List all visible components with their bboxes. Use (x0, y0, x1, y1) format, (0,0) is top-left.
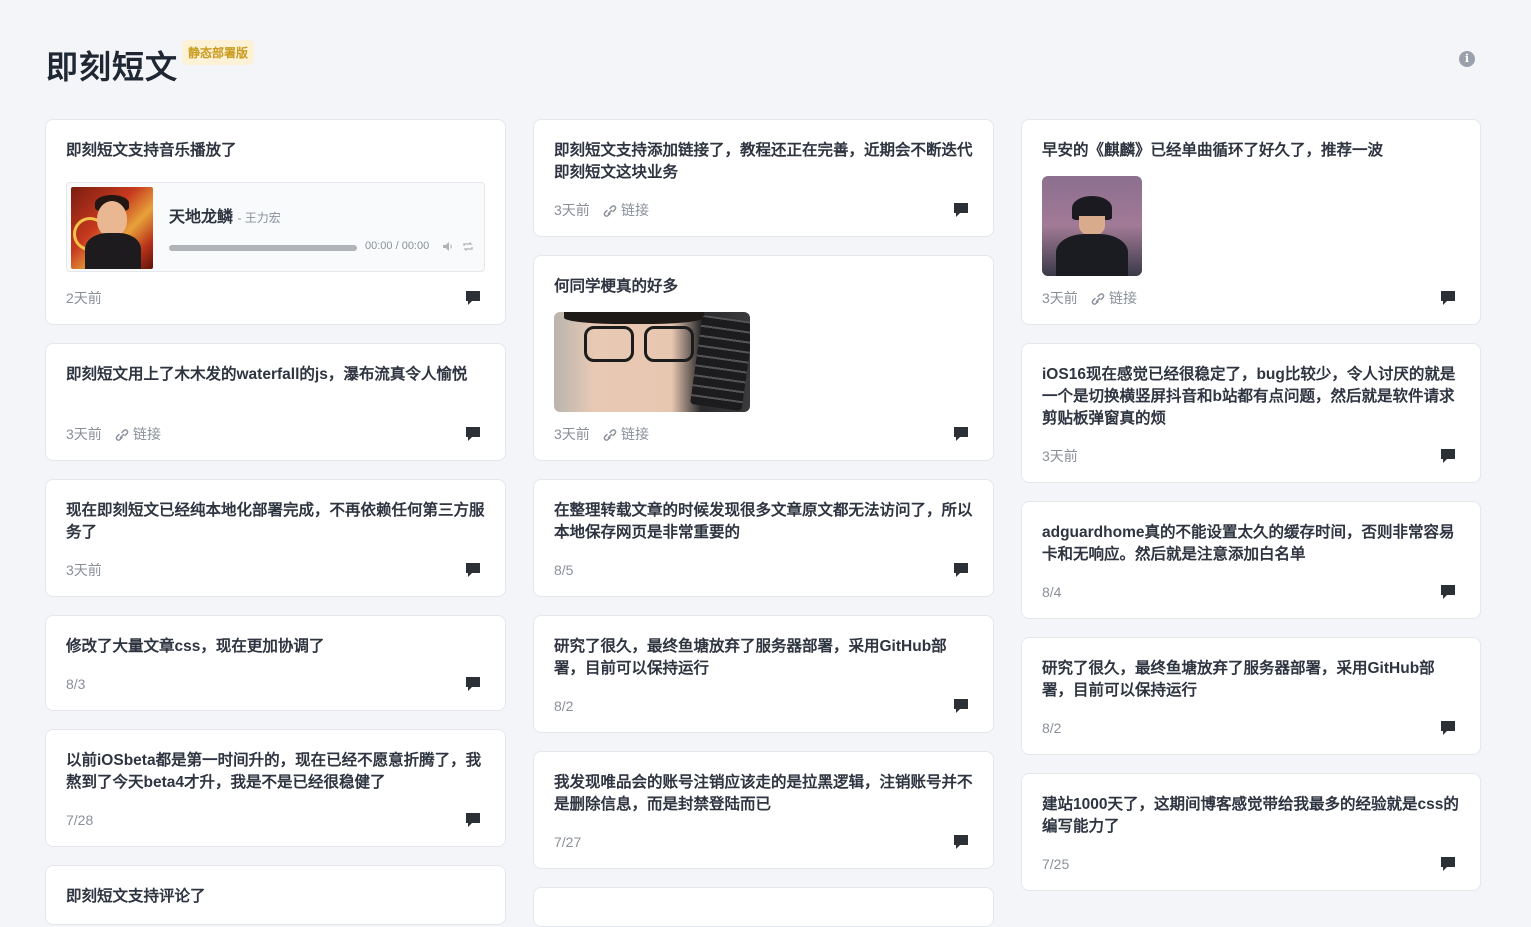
comment-icon[interactable] (465, 426, 481, 442)
post-link[interactable]: 链接 (1090, 288, 1137, 308)
post-footer: 8/5 (554, 560, 969, 580)
post-date: 8/4 (1042, 584, 1062, 600)
comment-icon[interactable] (1440, 290, 1456, 306)
post-footer: 2天前 (66, 288, 481, 308)
post-card[interactable] (533, 887, 994, 927)
music-player[interactable]: 天地龙鳞 - 王力宏 00:00 / 00:00 (66, 182, 485, 272)
post-card[interactable]: 研究了很久，最终鱼塘放弃了服务器部署，采用GitHub部署，目前可以保持运行 8… (533, 615, 994, 733)
comment-icon[interactable] (1440, 584, 1456, 600)
post-card[interactable]: 建站1000天了，这期间博客感觉带给我最多的经验就是css的编写能力了 7/25 (1021, 773, 1481, 891)
comment-icon[interactable] (465, 562, 481, 578)
post-date: 7/25 (1042, 856, 1070, 872)
comment-icon[interactable] (953, 202, 969, 218)
post-text: 研究了很久，最终鱼塘放弃了服务器部署，采用GitHub部署，目前可以保持运行 (1042, 660, 1435, 699)
post-card[interactable]: 我发现唯品会的账号注销应该走的是拉黑逻辑，注销账号并不是删除信息，而是封禁登陆而… (533, 751, 994, 869)
post-card[interactable]: 在整理转载文章的时候发现很多文章原文都无法访问了，所以本地保存网页是非常重要的 … (533, 479, 994, 597)
album-cover (71, 187, 153, 269)
song-title: 天地龙鳞 - 王力宏 (169, 209, 281, 226)
version-badge: 静态部署版 (182, 40, 255, 65)
link-icon (603, 205, 617, 217)
post-footer: 7/25 (1042, 854, 1456, 874)
post-date: 3天前 (66, 562, 102, 578)
post-date: 7/28 (66, 812, 94, 828)
comment-icon[interactable] (953, 698, 969, 714)
progress-bar[interactable] (169, 245, 357, 251)
post-text: iOS16现在感觉已经很稳定了，bug比较少，令人讨厌的就是一个是切换横竖屏抖音… (1042, 366, 1456, 427)
info-icon[interactable]: i (1459, 51, 1475, 67)
post-card[interactable]: 早安的《麒麟》已经单曲循环了好久了，推荐一波 3天前 链接 (1021, 119, 1481, 325)
post-footer: 8/2 (554, 696, 969, 716)
post-date: 8/3 (66, 676, 86, 692)
post-image[interactable] (554, 312, 750, 412)
comment-icon[interactable] (465, 676, 481, 692)
post-footer: 8/3 (66, 674, 481, 694)
link-icon (1091, 293, 1105, 305)
post-link[interactable]: 链接 (114, 424, 161, 444)
post-card[interactable]: 即刻短文支持音乐播放了 天地龙鳞 - 王力宏 00:00 / 00:00 2天前 (45, 119, 506, 325)
post-image[interactable] (1042, 176, 1142, 276)
post-footer: 7/27 (554, 832, 969, 852)
post-date: 3天前 (1042, 448, 1078, 464)
post-footer: 8/4 (1042, 582, 1456, 602)
post-text: 现在即刻短文已经纯本地化部署完成，不再依赖任何第三方服务了 (66, 502, 485, 541)
post-card[interactable]: adguardhome真的不能设置太久的缓存时间，否则非常容易卡和无响应。然后就… (1021, 501, 1481, 619)
post-footer: 3天前 (66, 560, 481, 580)
post-footer: 3天前 链接 (554, 200, 969, 220)
comment-icon[interactable] (953, 834, 969, 850)
site-title: 即刻短文 (46, 49, 179, 85)
post-footer: 3天前 链接 (1042, 288, 1456, 308)
comment-icon[interactable] (953, 426, 969, 442)
comment-icon[interactable] (1440, 856, 1456, 872)
post-date: 8/2 (554, 698, 574, 714)
post-footer: 7/28 (66, 810, 481, 830)
post-date: 3天前 (1042, 290, 1078, 306)
link-icon (115, 429, 129, 441)
post-text: 我发现唯品会的账号注销应该走的是拉黑逻辑，注销账号并不是删除信息，而是封禁登陆而… (554, 774, 973, 813)
post-footer: 3天前 链接 (66, 424, 481, 444)
post-date: 7/27 (554, 834, 582, 850)
post-card[interactable]: 何同学梗真的好多 3天前 链接 (533, 255, 994, 461)
comment-icon[interactable] (465, 290, 481, 306)
post-text: 即刻短文支持音乐播放了 (66, 142, 237, 159)
comment-icon[interactable] (1440, 448, 1456, 464)
post-card[interactable]: 修改了大量文章css，现在更加协调了 8/3 (45, 615, 506, 711)
comment-icon[interactable] (465, 812, 481, 828)
post-card[interactable]: 研究了很久，最终鱼塘放弃了服务器部署，采用GitHub部署，目前可以保持运行 8… (1021, 637, 1481, 755)
post-date: 3天前 (554, 202, 590, 218)
volume-icon[interactable] (442, 241, 454, 252)
post-footer: 3天前 链接 (554, 424, 969, 444)
post-text: 即刻短文支持添加链接了，教程还正在完善，近期会不断迭代即刻短文这块业务 (554, 142, 973, 181)
post-footer: 8/2 (1042, 718, 1456, 738)
post-date: 3天前 (66, 426, 102, 442)
post-card[interactable]: iOS16现在感觉已经很稳定了，bug比较少，令人讨厌的就是一个是切换横竖屏抖音… (1021, 343, 1481, 483)
post-card[interactable]: 即刻短文用上了木木发的waterfall的js，瀑布流真令人愉悦 3天前 链接 (45, 343, 506, 461)
post-text: 在整理转载文章的时候发现很多文章原文都无法访问了，所以本地保存网页是非常重要的 (554, 502, 973, 541)
post-text: 建站1000天了，这期间博客感觉带给我最多的经验就是css的编写能力了 (1042, 796, 1459, 835)
post-card[interactable]: 以前iOSbeta都是第一时间升的，现在已经不愿意折腾了，我熬到了今天beta4… (45, 729, 506, 847)
post-date: 8/2 (1042, 720, 1062, 736)
post-text: 修改了大量文章css，现在更加协调了 (66, 638, 325, 655)
post-footer: 3天前 (1042, 446, 1456, 466)
post-text: 以前iOSbeta都是第一时间升的，现在已经不愿意折腾了，我熬到了今天beta4… (66, 752, 482, 791)
post-text: 何同学梗真的好多 (554, 278, 679, 295)
post-date: 8/5 (554, 562, 574, 578)
post-card[interactable]: 即刻短文支持评论了 (45, 865, 506, 925)
post-text: 研究了很久，最终鱼塘放弃了服务器部署，采用GitHub部署，目前可以保持运行 (554, 638, 947, 677)
post-date: 2天前 (66, 290, 102, 306)
post-date: 3天前 (554, 426, 590, 442)
post-card[interactable]: 现在即刻短文已经纯本地化部署完成，不再依赖任何第三方服务了 3天前 (45, 479, 506, 597)
play-time: 00:00 / 00:00 (365, 240, 430, 252)
comment-icon[interactable] (1440, 720, 1456, 736)
loop-icon[interactable] (462, 241, 474, 252)
post-card[interactable]: 即刻短文支持添加链接了，教程还正在完善，近期会不断迭代即刻短文这块业务 3天前 … (533, 119, 994, 237)
post-text: 即刻短文用上了木木发的waterfall的js，瀑布流真令人愉悦 (66, 366, 468, 383)
post-text: adguardhome真的不能设置太久的缓存时间，否则非常容易卡和无响应。然后就… (1042, 524, 1455, 563)
post-link[interactable]: 链接 (602, 200, 649, 220)
post-link[interactable]: 链接 (602, 424, 649, 444)
link-icon (603, 429, 617, 441)
post-text: 早安的《麒麟》已经单曲循环了好久了，推荐一波 (1042, 142, 1384, 159)
comment-icon[interactable] (953, 562, 969, 578)
song-artist: - 王力宏 (237, 211, 281, 225)
